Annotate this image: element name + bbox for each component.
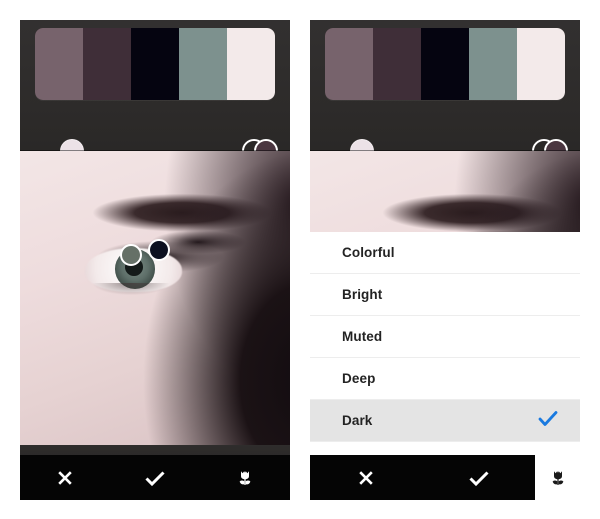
confirm-button[interactable] [423, 455, 536, 500]
cancel-button[interactable] [20, 455, 110, 500]
option-row-dark[interactable]: Dark [310, 400, 580, 442]
swatch-2[interactable] [373, 28, 421, 100]
toolbar-left [20, 455, 290, 500]
swatch-tray-left[interactable] [35, 28, 275, 100]
option-label: Dark [342, 413, 373, 428]
option-label: Bright [342, 287, 383, 302]
confirm-button[interactable] [110, 455, 200, 500]
swatch-2[interactable] [83, 28, 131, 100]
swatch-3[interactable] [421, 28, 469, 100]
option-row-deep[interactable]: Deep [310, 358, 580, 400]
swatch-1[interactable] [325, 28, 373, 100]
photo-canvas-preview[interactable] [310, 151, 580, 232]
photo-image [310, 151, 580, 232]
option-row-bright[interactable]: Bright [310, 274, 580, 316]
checkmark-icon [468, 468, 490, 488]
screenshot-stage: Colorful Bright Muted Deep Dark [0, 0, 600, 519]
swatch-5[interactable] [517, 28, 565, 100]
sample-dot-dark[interactable] [148, 239, 170, 261]
option-label: Deep [342, 371, 376, 386]
lower-lash-shadow [87, 283, 174, 310]
option-label: Colorful [342, 245, 395, 260]
photo-image [20, 151, 290, 445]
swatch-4[interactable] [179, 28, 227, 100]
swatch-4[interactable] [469, 28, 517, 100]
palette-style-list: Colorful Bright Muted Deep Dark [310, 232, 580, 484]
swatch-5[interactable] [227, 28, 275, 100]
checkmark-icon [538, 410, 558, 431]
option-row-colorful[interactable]: Colorful [310, 232, 580, 274]
cancel-button[interactable] [310, 455, 423, 500]
close-x-icon [55, 468, 75, 488]
palette-chrome-left [20, 20, 290, 163]
swatch-3[interactable] [131, 28, 179, 100]
toolbar-right [310, 455, 580, 500]
palette-button[interactable] [535, 455, 580, 500]
palette-chrome-right [310, 20, 580, 163]
option-row-muted[interactable]: Muted [310, 316, 580, 358]
panel-options: Colorful Bright Muted Deep Dark [310, 20, 580, 500]
option-label: Muted [342, 329, 383, 344]
photo-canvas[interactable] [20, 151, 290, 445]
panel-editor [20, 20, 290, 500]
swatch-tray-right[interactable] [325, 28, 565, 100]
palette-button[interactable] [200, 455, 290, 500]
sample-dot-sage[interactable] [120, 244, 142, 266]
checkmark-icon [144, 468, 166, 488]
swatch-1[interactable] [35, 28, 83, 100]
flower-tulip-icon [548, 468, 568, 488]
close-x-icon [356, 468, 376, 488]
flower-tulip-icon [235, 468, 255, 488]
